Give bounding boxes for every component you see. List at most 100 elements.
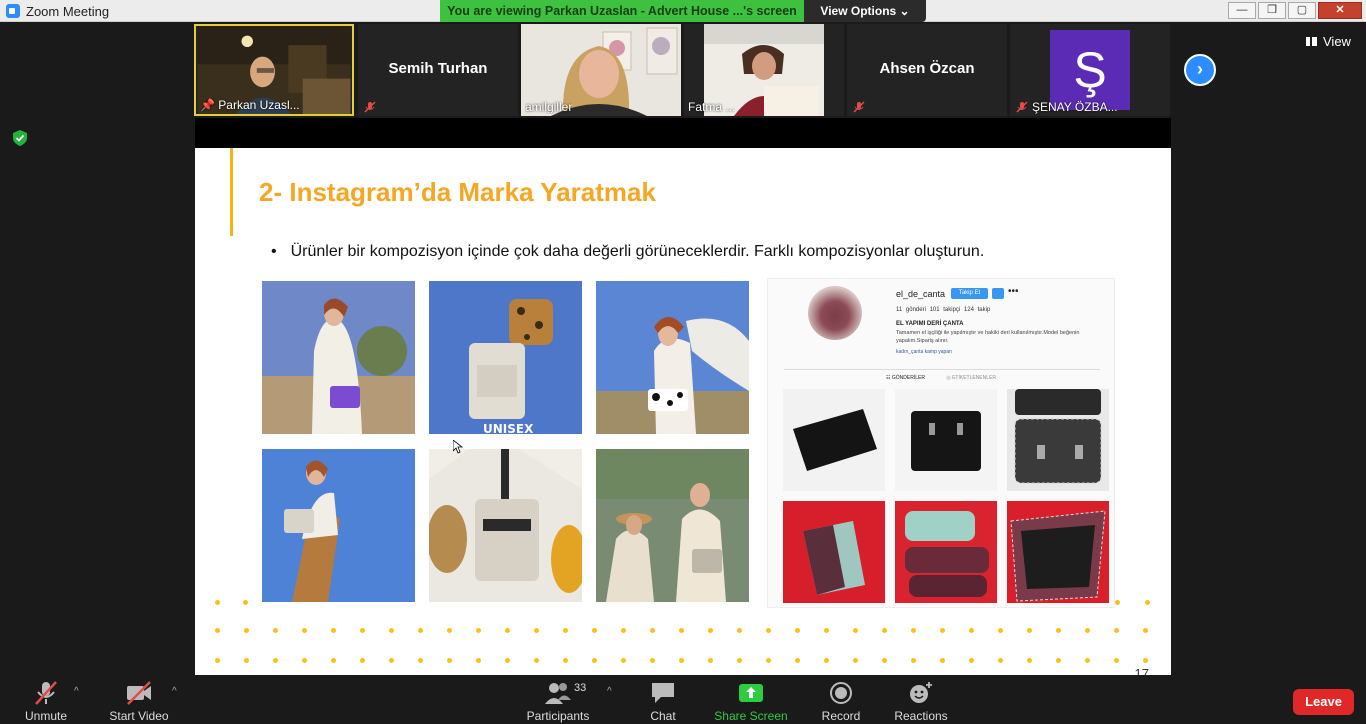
reactions-smiley-icon [910, 682, 932, 703]
decorative-dots-row-3 [195, 658, 1171, 668]
decorative-dot [418, 658, 423, 663]
decorative-dot [360, 658, 365, 663]
decorative-dot [243, 600, 248, 605]
decorative-dot [679, 658, 684, 663]
instagram-post-3 [1007, 389, 1109, 491]
decorative-dot [302, 658, 307, 663]
gallery-view-icon [1306, 37, 1317, 46]
participant-tile-6[interactable]: Ş ŞENAY ÖZBA... [1010, 24, 1170, 116]
share-screen-label: Share Screen [714, 709, 788, 723]
decorative-dot [708, 628, 713, 633]
decorative-dot [998, 658, 1003, 663]
encryption-shield-icon[interactable] [11, 129, 29, 147]
decorative-dot [708, 658, 713, 663]
reactions-button[interactable]: Reactions [892, 680, 950, 723]
participant-tile-1[interactable]: 📌 Parkan Uzasl... [194, 24, 354, 116]
instagram-bio: Tamamen el işçiliği ile yapılmıştır ve h… [896, 330, 1080, 344]
start-video-button[interactable]: Start Video [106, 680, 172, 723]
screen-share-banner: You are viewing Parkan Uzaslan - Advert … [440, 0, 804, 22]
decorative-dot [1027, 628, 1032, 633]
decorative-dot [505, 658, 510, 663]
participant-tile-5[interactable]: Ahsen Özcan [847, 24, 1007, 116]
instagram-stats: 11 gönderi 101 takipçi 124 takip [896, 307, 991, 313]
next-page-arrow-icon[interactable]: › [1184, 54, 1216, 86]
decorative-dot [563, 628, 568, 633]
decorative-dot [1115, 600, 1120, 605]
decorative-dot [766, 628, 771, 633]
product-photo-6 [596, 449, 749, 602]
decorative-dot [389, 628, 394, 633]
mouse-cursor-icon [453, 440, 463, 454]
participant-tile-3[interactable]: amilgiller [521, 24, 681, 116]
decorative-dot [853, 658, 858, 663]
decorative-dot [244, 658, 249, 663]
decorative-dot [1056, 658, 1061, 663]
instagram-post-2 [895, 389, 997, 491]
decorative-dot [592, 658, 597, 663]
decorative-dot [592, 628, 597, 633]
maximize-button[interactable]: ▢ [1288, 2, 1316, 19]
participant-name: ŞENAY ÖZBA... [1032, 100, 1118, 114]
decorative-dot [534, 658, 539, 663]
decorative-dot [824, 628, 829, 633]
close-button[interactable]: ✕ [1318, 2, 1362, 19]
participant-tile-4[interactable]: Fatma ... [684, 24, 844, 116]
share-screen-button[interactable]: Share Screen [712, 680, 790, 723]
decorative-dot [215, 600, 220, 605]
start-video-label: Start Video [109, 709, 169, 723]
decorative-dot [737, 628, 742, 633]
minimize-button[interactable]: — [1228, 2, 1256, 19]
decorative-dot [882, 658, 887, 663]
decorative-dot [940, 628, 945, 633]
product-photo-3 [596, 281, 749, 434]
instagram-divider [784, 369, 1100, 370]
decorative-dot [1085, 628, 1090, 633]
leave-meeting-button[interactable]: Leave [1293, 689, 1354, 715]
decorative-dot [679, 628, 684, 633]
record-icon [830, 682, 852, 704]
decorative-dot [650, 628, 655, 633]
shared-screen-top-bar [195, 118, 1171, 148]
video-options-chevron-up-icon[interactable]: ^ [172, 686, 177, 697]
instagram-link: kadın_çanta kamp yapan [896, 349, 952, 355]
decorative-dot [940, 658, 945, 663]
participant-name: amilgiller [525, 100, 573, 114]
audio-options-chevron-up-icon[interactable]: ^ [74, 686, 79, 697]
mic-muted-icon [35, 681, 57, 705]
record-label: Record [821, 709, 861, 723]
instagram-display-name: EL YAPIMI DERİ ÇANTA [896, 321, 964, 327]
participant-name: Fatma ... [688, 100, 736, 114]
mic-muted-icon [1016, 101, 1028, 113]
decorative-dot [389, 658, 394, 663]
restore-button[interactable]: ❐ [1258, 2, 1286, 19]
decorative-dots-row-1 [195, 600, 1171, 610]
instagram-avatar [808, 286, 862, 340]
bullet-text: Ürünler bir kompozisyon içinde çok daha … [290, 243, 985, 260]
shared-slide: 2- Instagram’da Marka Yaratmak • Ürünler … [195, 148, 1171, 675]
instagram-tabs: ☷ GÖNDERİLER ◎ ETİKETLENENLER [768, 375, 1114, 381]
chat-button[interactable]: Chat [646, 680, 680, 723]
decorative-dot [621, 658, 626, 663]
decorative-dot [215, 628, 220, 633]
instagram-tab-posts: ☷ GÖNDERİLER [886, 375, 925, 381]
unmute-button[interactable]: Unmute [20, 680, 72, 723]
record-button[interactable]: Record [818, 680, 864, 723]
view-button[interactable]: View [1306, 34, 1351, 49]
decorative-dot [969, 658, 974, 663]
instagram-profile-screenshot: el_de_canta Takip Et ••• 11 gönderi 101 … [767, 278, 1115, 608]
decorative-dot [505, 628, 510, 633]
decorative-dot [969, 628, 974, 633]
decorative-dot [360, 628, 365, 633]
slide-page-number: 17 [1134, 666, 1149, 675]
decorative-dot [331, 628, 336, 633]
zoom-app-icon [6, 4, 20, 18]
participant-tile-2[interactable]: Semih Turhan [358, 24, 518, 116]
decorative-dot [1143, 658, 1148, 663]
view-options-button[interactable]: View Options ⌄ [804, 0, 926, 22]
mic-muted-icon [853, 101, 865, 113]
participants-options-chevron-up-icon[interactable]: ^ [607, 686, 612, 697]
slide-title: 2- Instagram’da Marka Yaratmak [259, 177, 656, 207]
bullet-dot: • [271, 243, 277, 260]
decorative-dot [244, 628, 249, 633]
product-photo-4 [262, 449, 415, 602]
